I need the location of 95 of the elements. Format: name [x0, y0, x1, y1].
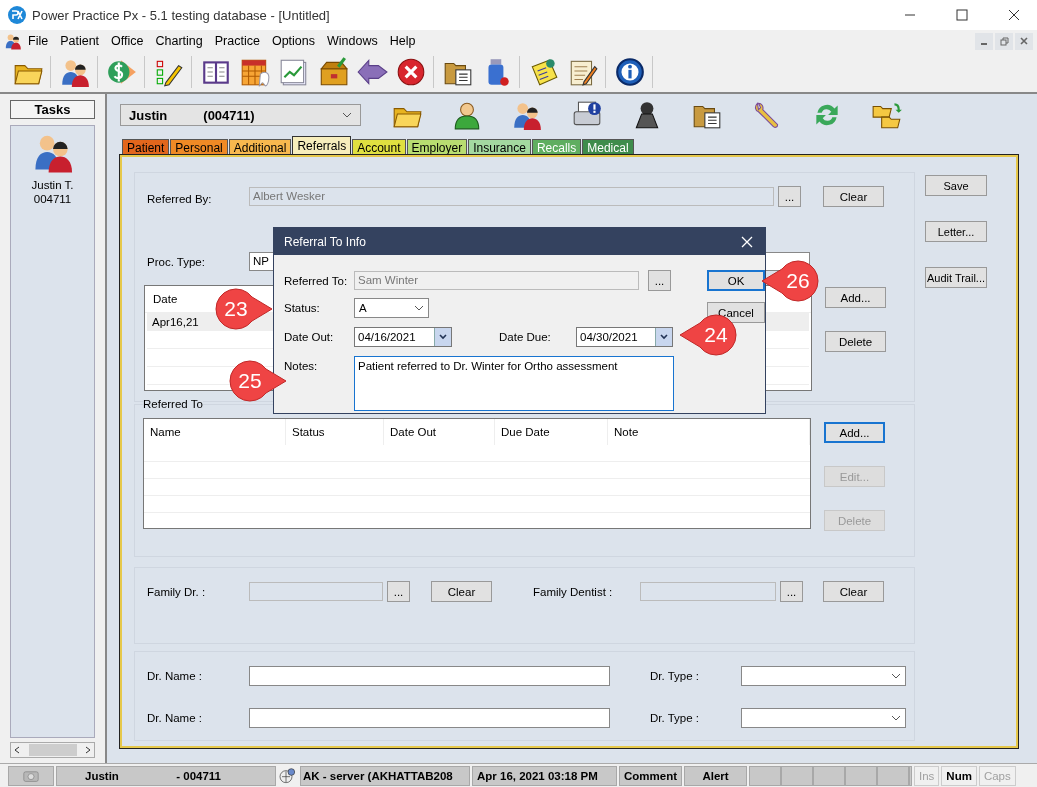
- patient-name: Justin T.: [31, 178, 74, 192]
- menu-item[interactable]: Practice: [208, 32, 266, 50]
- tab[interactable]: Additional: [228, 139, 292, 155]
- status-cell: Comment: [619, 766, 682, 786]
- field-label: Referred To:: [284, 274, 349, 287]
- tab[interactable]: Personal: [170, 139, 228, 155]
- menu-item[interactable]: Options: [265, 32, 321, 50]
- close-icon[interactable]: [1008, 9, 1020, 21]
- input-field[interactable]: [249, 582, 383, 601]
- browse-button[interactable]: ...: [387, 581, 410, 602]
- field-label: Dr. Type :: [650, 670, 700, 682]
- side-button[interactable]: Audit Trail...: [925, 267, 987, 288]
- side-button[interactable]: Save: [925, 175, 987, 196]
- status-dropdown[interactable]: A: [354, 298, 429, 318]
- field-label: Proc. Type:: [147, 255, 206, 268]
- list-button[interactable]: Add...: [825, 287, 886, 308]
- chevron-down-icon: [891, 715, 901, 721]
- dialog-button[interactable]: OK: [707, 270, 765, 291]
- menu-item[interactable]: Office: [105, 32, 150, 50]
- field-label: Referred By:: [147, 192, 213, 205]
- dropdown-button[interactable]: [434, 328, 451, 346]
- note-icon: [528, 56, 560, 88]
- column-header: Date Out: [384, 419, 495, 445]
- menu-item[interactable]: Patient: [54, 32, 106, 50]
- field-label: Dr. Name :: [147, 712, 203, 724]
- key-indicator: Num: [941, 766, 977, 786]
- status-server: AK - server (AKHATTAB208: [300, 766, 470, 786]
- menu-item[interactable]: Windows: [321, 32, 384, 50]
- input-field[interactable]: [640, 582, 776, 601]
- app-logo-icon: [8, 6, 26, 24]
- chevron-down-icon: [660, 334, 668, 340]
- field-label: Family Dr. :: [147, 585, 207, 598]
- patient-id: 004711: [33, 192, 72, 206]
- tab[interactable]: Account: [352, 139, 406, 155]
- key-indicator: Caps: [978, 766, 1016, 786]
- menu-item[interactable]: Help: [383, 32, 422, 50]
- chevron-down-icon: [891, 673, 901, 679]
- status-cell: Alert: [684, 766, 747, 786]
- people-icon: [4, 32, 22, 50]
- section-title: Referred To: [143, 398, 203, 410]
- column-header: Name: [144, 419, 286, 445]
- tab[interactable]: Insurance: [468, 139, 531, 155]
- field-label: Dr. Name :: [147, 670, 203, 682]
- field-label: Date Due:: [499, 331, 552, 343]
- chevron-down-icon: [414, 305, 424, 311]
- info-icon: [614, 56, 646, 88]
- horizontal-scrollbar[interactable]: [10, 742, 95, 758]
- chevron-right-icon[interactable]: [85, 746, 91, 754]
- status-user: Justin: [85, 770, 120, 782]
- field-label: Date Out:: [284, 331, 335, 343]
- dropdown-button[interactable]: [655, 328, 672, 346]
- input-field[interactable]: [249, 666, 610, 686]
- field-label: Family Dentist :: [533, 585, 614, 598]
- close-icon: [1020, 37, 1028, 45]
- tab[interactable]: Employer: [406, 139, 468, 155]
- field-label: Status:: [284, 302, 321, 314]
- restore-button[interactable]: [995, 32, 1013, 50]
- patient-dropdown[interactable]: Justin (004711): [120, 104, 361, 126]
- list-button[interactable]: Delete: [825, 331, 886, 352]
- side-button[interactable]: Letter...: [925, 221, 987, 242]
- dropdown[interactable]: [741, 708, 906, 728]
- input-field[interactable]: [249, 708, 610, 728]
- column-header: Status: [286, 419, 384, 445]
- cancel-icon: [395, 56, 427, 88]
- field-label: Dr. Type :: [650, 712, 700, 724]
- date-field[interactable]: 04/16/2021: [354, 327, 452, 347]
- tab[interactable]: Patient: [122, 139, 170, 155]
- restore-icon: [999, 36, 1009, 46]
- clear-button[interactable]: Clear: [823, 581, 884, 602]
- field-label: Notes:: [284, 360, 319, 372]
- chevron-down-icon: [342, 112, 352, 118]
- date-field[interactable]: 04/30/2021: [576, 327, 673, 347]
- maximize-icon[interactable]: [956, 9, 968, 21]
- notes-field[interactable]: Patient referred to Dr. Winter for Ortho assessment: [354, 356, 674, 411]
- scroll-thumb[interactable]: [28, 744, 77, 756]
- close-button[interactable]: [1015, 32, 1033, 50]
- chevron-down-icon: [439, 334, 447, 340]
- tasks-header[interactable]: Tasks: [10, 100, 95, 119]
- status-patient-id: - 004711: [176, 770, 221, 782]
- status-datetime: Apr 16, 2021 03:18 PM: [472, 766, 617, 786]
- key-indicator: Ins: [914, 766, 940, 786]
- window-title: Power Practice Px - 5.1 testing database - [Untitled]: [32, 7, 331, 23]
- list-button[interactable]: Add...: [824, 422, 885, 443]
- dropdown[interactable]: [741, 666, 906, 686]
- column-header: Due Date: [495, 419, 608, 445]
- browse-button[interactable]: ...: [780, 581, 803, 602]
- menu-item[interactable]: File: [22, 32, 55, 50]
- chevron-left-icon[interactable]: [14, 746, 20, 754]
- clear-button[interactable]: Clear: [431, 581, 492, 602]
- column-header: Note: [608, 419, 810, 445]
- column-header: Date: [152, 292, 178, 307]
- tab[interactable]: Medical: [582, 139, 634, 155]
- menu-item[interactable]: Charting: [149, 32, 209, 50]
- dialog-title: Referral To Info: [284, 234, 366, 249]
- minimize-button[interactable]: [975, 32, 993, 50]
